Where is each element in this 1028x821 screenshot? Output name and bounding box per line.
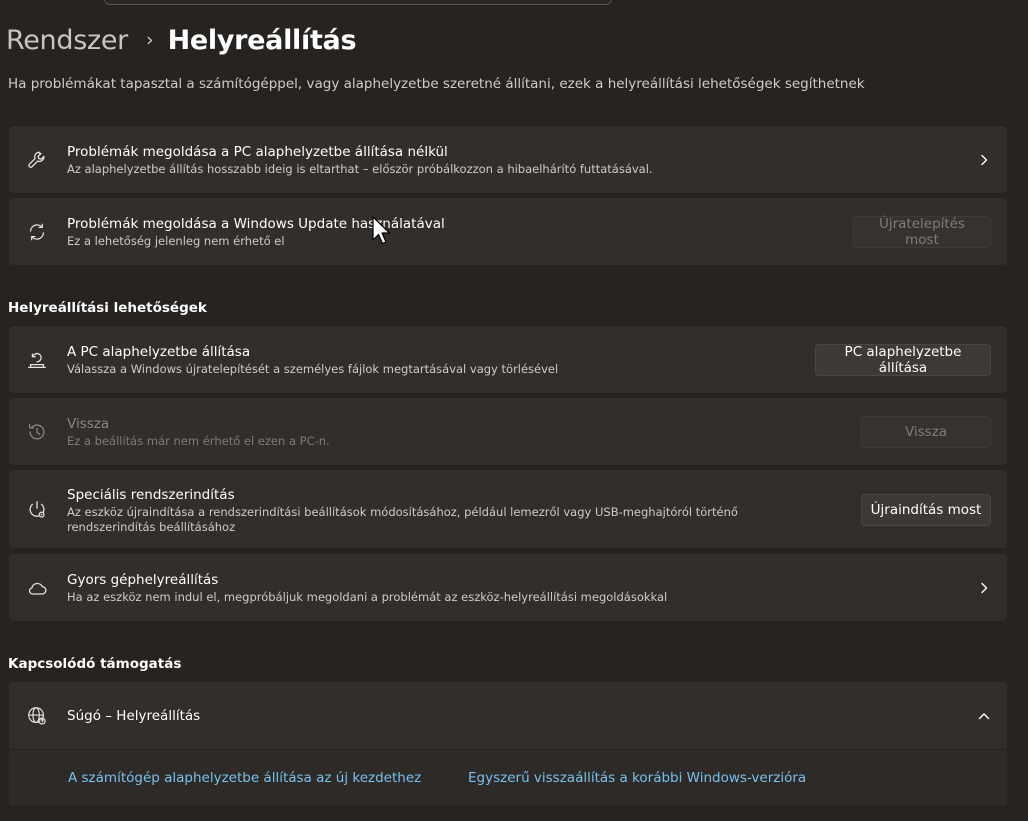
windows-update-desc: Ez a lehetőség jelenleg nem érhető el — [67, 234, 285, 248]
breadcrumb-separator-icon: › — [145, 29, 154, 51]
link-reset-pc-fresh-start[interactable]: A számítógép alaphelyzetbe állítása az ú… — [68, 770, 421, 786]
recovery-section-title: Helyreállítási lehetőségek — [8, 300, 207, 316]
quick-recovery-card[interactable]: Gyors géphelyreállítás Ha az eszköz nem … — [9, 554, 1007, 621]
power-settings-icon — [26, 499, 48, 521]
globe-help-icon — [26, 705, 48, 727]
reset-pc-icon — [26, 349, 48, 371]
search-box[interactable] — [104, 0, 612, 5]
help-recovery-title: Súgó – Helyreállítás — [67, 708, 201, 724]
breadcrumb-parent[interactable]: Rendszer — [6, 25, 128, 56]
chevron-right-icon[interactable] — [977, 153, 991, 167]
breadcrumb: Rendszer › Helyreállítás — [6, 20, 357, 60]
reset-pc-desc: Válassza a Windows újratelepítését a sze… — [67, 362, 559, 376]
go-back-title: Vissza — [67, 416, 110, 432]
history-icon — [26, 421, 48, 443]
go-back-button[interactable]: Vissza — [861, 416, 991, 448]
go-back-desc: Ez a beállítás már nem érhető el ezen a … — [67, 434, 330, 448]
sync-icon — [26, 221, 48, 243]
troubleshoot-card[interactable]: Problémák megoldása a PC alaphelyzetbe á… — [9, 126, 1007, 193]
help-recovery-links: A számítógép alaphelyzetbe állítása az ú… — [9, 750, 1007, 805]
advanced-startup-card: Speciális rendszerindítás Az eszköz újra… — [9, 470, 1007, 548]
page-title: Helyreállítás — [167, 24, 357, 56]
reset-pc-title: A PC alaphelyzetbe állítása — [67, 344, 251, 360]
windows-update-card: Problémák megoldása a Windows Update has… — [9, 198, 1007, 265]
link-revert-previous-windows[interactable]: Egyszerű visszaállítás a korábbi Windows… — [468, 770, 806, 786]
help-recovery-expander[interactable]: Súgó – Helyreállítás — [9, 682, 1007, 749]
support-section-title: Kapcsolódó támogatás — [8, 656, 182, 672]
advanced-startup-desc: Az eszköz újraindítása a rendszerindítás… — [67, 505, 738, 534]
intro-text: Ha problémákat tapasztal a számítógéppel… — [8, 76, 865, 92]
reinstall-now-button[interactable]: Újratelepítés most — [853, 216, 991, 248]
quick-recovery-desc: Ha az eszköz nem indul el, megpróbáljuk … — [67, 590, 668, 604]
wrench-icon — [26, 149, 48, 171]
troubleshoot-title: Problémák megoldása a PC alaphelyzetbe á… — [67, 144, 448, 160]
mouse-cursor-icon — [372, 216, 391, 245]
go-back-card: Vissza Ez a beállítás már nem érhető el … — [9, 398, 1007, 465]
chevron-up-icon[interactable] — [977, 709, 991, 723]
reset-pc-card: A PC alaphelyzetbe állítása Válassza a W… — [9, 326, 1007, 393]
cloud-icon — [26, 577, 48, 599]
reset-pc-button[interactable]: PC alaphelyzetbe állítása — [815, 344, 991, 376]
advanced-startup-title: Speciális rendszerindítás — [67, 487, 235, 503]
chevron-right-icon[interactable] — [977, 581, 991, 595]
restart-now-button[interactable]: Újraindítás most — [861, 494, 991, 526]
quick-recovery-title: Gyors géphelyreállítás — [67, 572, 219, 588]
troubleshoot-desc: Az alaphelyzetbe állítás hosszabb ideig … — [67, 162, 653, 176]
